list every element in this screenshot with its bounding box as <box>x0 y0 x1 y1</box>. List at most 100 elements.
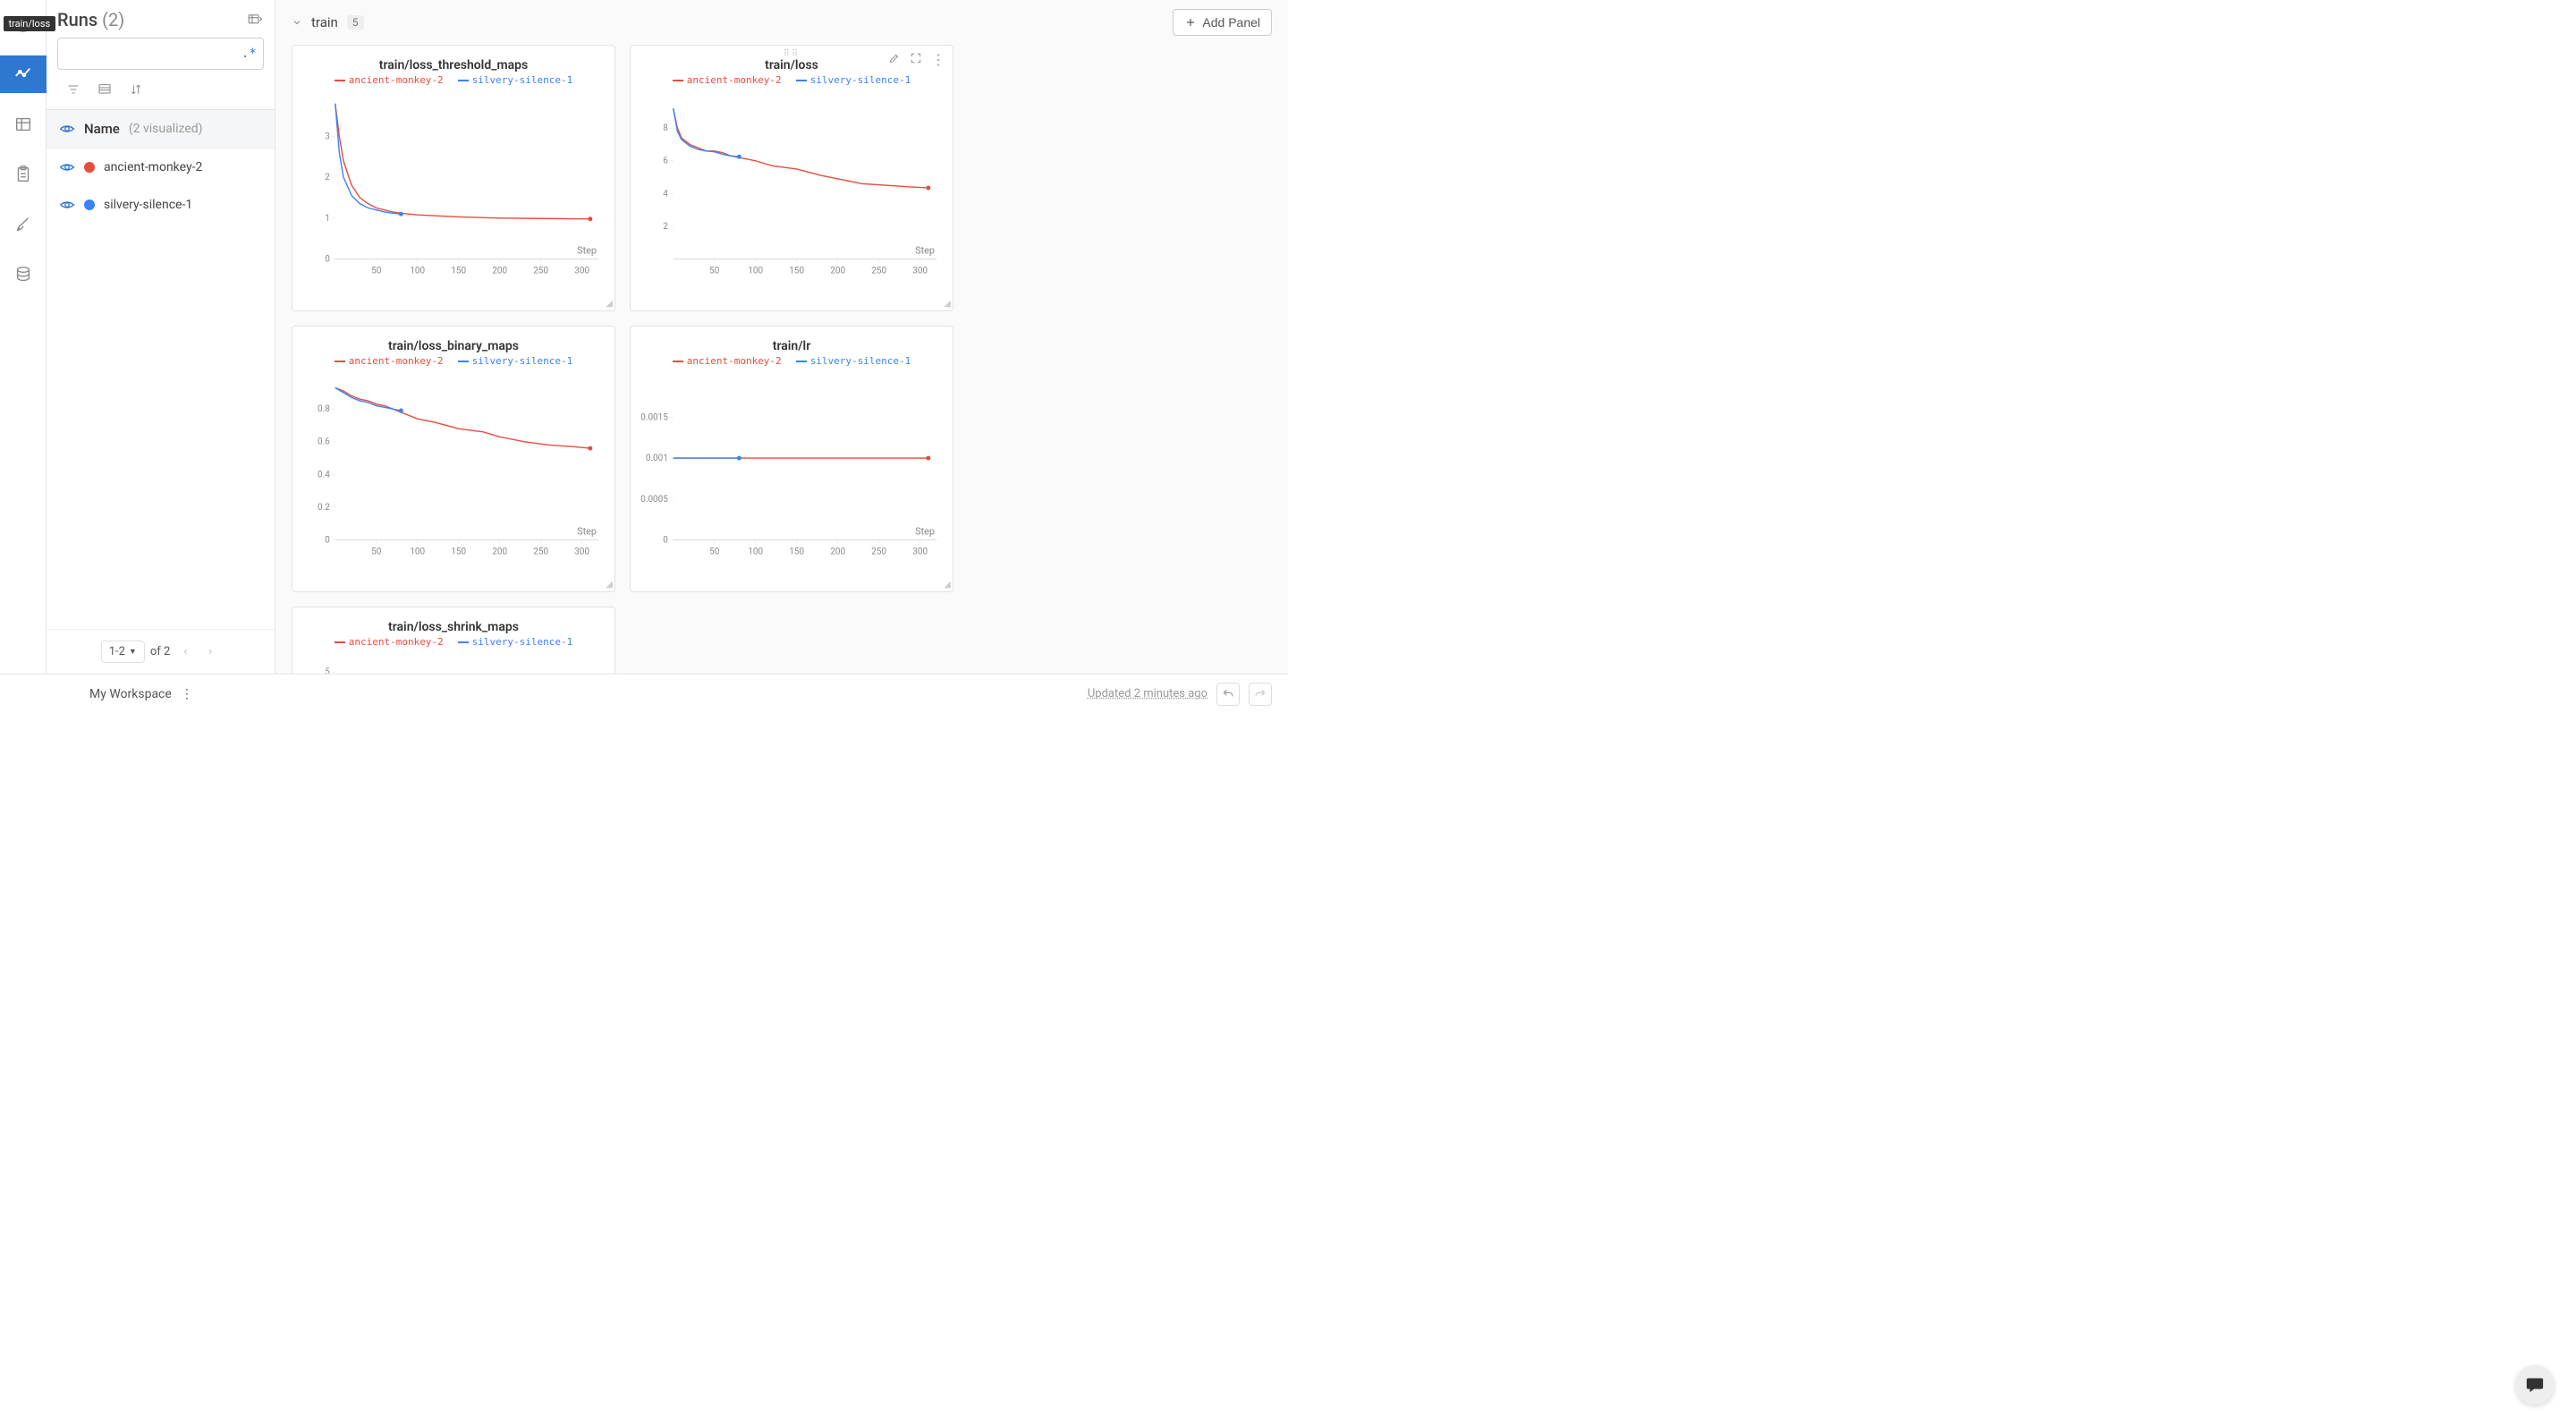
name-column-header[interactable]: Name (2 visualized) <box>47 110 275 149</box>
legend-item[interactable]: silvery-silence-1 <box>458 74 573 86</box>
svg-text:0.0015: 0.0015 <box>640 412 668 422</box>
svg-text:100: 100 <box>410 266 425 276</box>
drag-handle-icon[interactable]: ⠿⠿ <box>784 49 801 59</box>
svg-text:Step: Step <box>577 526 597 538</box>
svg-text:100: 100 <box>748 547 763 556</box>
svg-text:3: 3 <box>325 132 330 141</box>
svg-text:0.001: 0.001 <box>646 454 668 463</box>
regex-toggle[interactable]: .* <box>242 47 257 61</box>
search-input[interactable] <box>72 47 234 61</box>
svg-text:Step: Step <box>915 245 935 257</box>
svg-text:0: 0 <box>325 536 330 546</box>
chart-legend: ancient-monkey-2 silvery-silence-1 <box>300 74 607 86</box>
chart-title: train/loss_threshold_maps <box>300 58 607 72</box>
chart-panel[interactable]: ⠿⠿ ⋮ train/lr ancient-monkey-2silvery-si… <box>630 326 953 592</box>
run-row[interactable]: silvery-silence-1 <box>47 186 275 224</box>
undo-button[interactable] <box>1216 683 1240 706</box>
chart-legend: ancient-monkey-2 silvery-silence-1 <box>300 636 607 648</box>
svg-text:100: 100 <box>748 266 763 276</box>
content-area: train 5 Add Panel ⠿⠿ ⋮ train/loss_thresh… <box>275 0 1288 674</box>
run-name: ancient-monkey-2 <box>104 160 202 174</box>
nav-artifacts[interactable] <box>0 256 47 293</box>
chart-title: train/loss_shrink_maps <box>300 620 607 634</box>
nav-charts[interactable] <box>0 55 47 93</box>
svg-text:150: 150 <box>451 266 466 276</box>
legend-item[interactable]: ancient-monkey-2 <box>335 355 444 367</box>
chart-legend: ancient-monkey-2 silvery-silence-1 <box>638 74 945 86</box>
sidebar-title: Runs (2) <box>57 9 124 30</box>
svg-text:Step: Step <box>577 245 597 257</box>
eye-icon <box>59 121 75 137</box>
nav-clipboard[interactable] <box>0 156 47 193</box>
chart-title: train/loss_binary_maps <box>300 339 607 353</box>
legend-item[interactable]: silvery-silence-1 <box>796 74 911 86</box>
resize-handle-icon[interactable]: ◢ <box>606 299 613 309</box>
expand-table-button[interactable] <box>246 12 264 28</box>
chart-panel[interactable]: ⠿⠿ ⋮ train/loss ancient-monkey-2silvery-… <box>630 45 953 311</box>
eye-icon[interactable] <box>59 159 75 175</box>
edit-panel-button[interactable] <box>888 51 901 68</box>
plus-icon <box>1184 16 1197 29</box>
workspace-name[interactable]: My Workspace <box>89 687 172 701</box>
svg-text:0.4: 0.4 <box>318 470 330 480</box>
svg-text:200: 200 <box>830 266 845 276</box>
nav-sweep[interactable] <box>0 206 47 243</box>
nav-table[interactable] <box>0 106 47 143</box>
legend-item[interactable]: ancient-monkey-2 <box>335 74 444 86</box>
group-button[interactable] <box>97 82 113 100</box>
resize-handle-icon[interactable]: ◢ <box>944 299 951 309</box>
svg-text:8: 8 <box>663 123 668 133</box>
search-box[interactable]: .* <box>57 38 264 70</box>
svg-text:200: 200 <box>492 547 507 556</box>
legend-item[interactable]: ancient-monkey-2 <box>673 74 782 86</box>
svg-text:0.0005: 0.0005 <box>640 495 668 505</box>
resize-handle-icon[interactable]: ◢ <box>606 580 613 590</box>
sort-button[interactable] <box>129 82 143 100</box>
svg-text:6: 6 <box>663 157 668 166</box>
svg-text:100: 100 <box>410 547 425 556</box>
pager: 1-2 ▼ of 2 ‹ › <box>47 629 275 674</box>
chart-panel[interactable]: ⠿⠿ ⋮ train/loss_binary_maps ancient-monk… <box>292 326 615 592</box>
svg-text:5: 5 <box>325 667 330 674</box>
svg-text:150: 150 <box>451 547 466 556</box>
chart-legend: ancient-monkey-2 silvery-silence-1 <box>638 355 945 367</box>
legend-item[interactable]: silvery-silence-1 <box>796 355 911 367</box>
chart-panel[interactable]: ⠿⠿ ⋮ train/loss_threshold_maps ancient-m… <box>292 45 615 311</box>
panel-menu-button[interactable]: ⋮ <box>931 51 945 68</box>
info-icon[interactable]: train/loss <box>0 5 47 43</box>
add-panel-button[interactable]: Add Panel <box>1173 9 1272 36</box>
filter-button[interactable] <box>66 82 80 100</box>
fullscreen-panel-button[interactable] <box>910 51 922 68</box>
redo-icon <box>1254 688 1267 700</box>
pager-next[interactable]: › <box>200 642 220 662</box>
legend-item[interactable]: silvery-silence-1 <box>458 355 573 367</box>
svg-text:150: 150 <box>789 547 804 556</box>
eye-icon[interactable] <box>59 197 75 213</box>
svg-text:4: 4 <box>663 189 668 199</box>
pager-prev[interactable]: ‹ <box>175 642 195 662</box>
chart-panel[interactable]: ⠿⠿ ⋮ train/loss_shrink_maps ancient-monk… <box>292 607 615 674</box>
run-name: silvery-silence-1 <box>104 198 192 212</box>
legend-item[interactable]: ancient-monkey-2 <box>335 636 444 648</box>
tooltip: train/loss <box>4 16 56 31</box>
svg-text:200: 200 <box>830 547 845 556</box>
workspace-menu[interactable]: ⋮ <box>181 687 193 701</box>
legend-item[interactable]: silvery-silence-1 <box>458 636 573 648</box>
run-row[interactable]: ancient-monkey-2 <box>47 149 275 186</box>
pager-range-dropdown[interactable]: 1-2 ▼ <box>101 641 145 663</box>
svg-text:0.8: 0.8 <box>318 404 330 414</box>
run-color-dot <box>84 199 95 210</box>
resize-handle-icon[interactable]: ◢ <box>944 580 951 590</box>
redo-button[interactable] <box>1249 683 1272 706</box>
svg-text:0: 0 <box>325 255 330 265</box>
svg-text:250: 250 <box>871 266 886 276</box>
chat-fab[interactable] <box>2515 1365 2555 1405</box>
svg-text:50: 50 <box>709 547 720 556</box>
legend-item[interactable]: ancient-monkey-2 <box>673 355 782 367</box>
svg-text:300: 300 <box>912 547 928 556</box>
section-header-train[interactable]: train 5 <box>292 14 364 30</box>
svg-text:0.2: 0.2 <box>318 503 330 513</box>
svg-text:150: 150 <box>789 266 804 276</box>
svg-text:0: 0 <box>663 536 668 546</box>
undo-icon <box>1222 688 1234 700</box>
